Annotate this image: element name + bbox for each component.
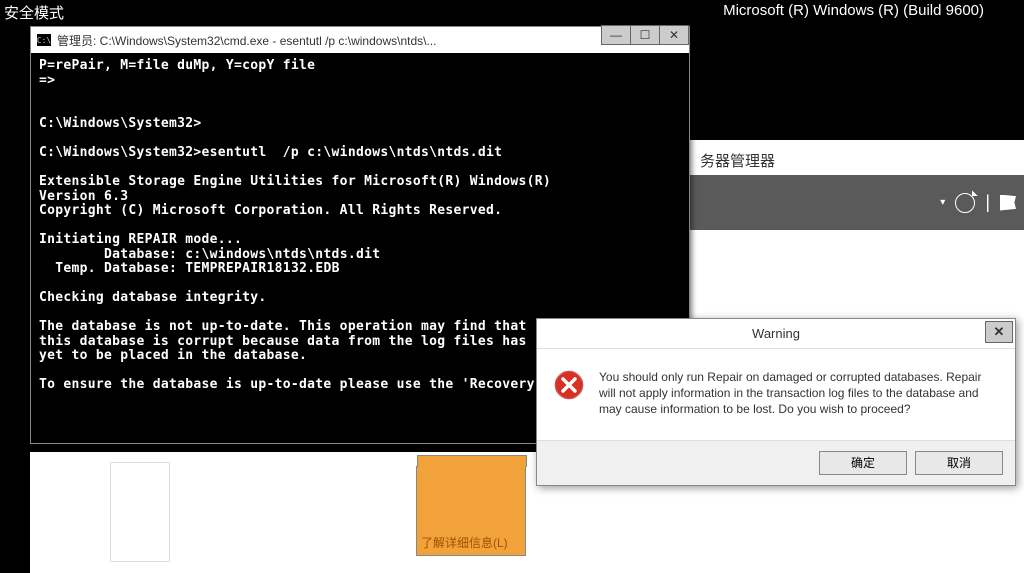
server-manager-toolbar: ▾ | — [685, 175, 1024, 230]
warning-close-button[interactable]: ✕ — [985, 321, 1013, 343]
cmd-title-text: 管理员: C:\Windows\System32\cmd.exe - esent… — [57, 32, 436, 49]
panel-card — [110, 462, 170, 562]
divider-icon: | — [985, 192, 990, 213]
server-manager-title: 务器管理器 — [700, 150, 775, 171]
warning-titlebar[interactable]: Warning ✕ — [537, 319, 1015, 349]
refresh-icon[interactable] — [955, 193, 975, 213]
warning-dialog: Warning ✕ You should only run Repair on … — [536, 318, 1016, 486]
maximize-button[interactable]: ☐ — [630, 25, 660, 45]
close-button[interactable]: ✕ — [659, 25, 689, 45]
warning-title-text: Warning — [752, 326, 800, 341]
ok-button[interactable]: 确定 — [819, 451, 907, 475]
info-tile[interactable]: 了解详细信息(L) — [416, 466, 526, 556]
tile-top — [417, 455, 527, 467]
flag-icon[interactable] — [1000, 195, 1016, 211]
warning-button-bar: 确定 取消 — [537, 440, 1015, 485]
safe-mode-label: 安全模式 — [4, 2, 64, 23]
build-info-label: Microsoft (R) Windows (R) (Build 9600) — [723, 2, 984, 19]
minimize-button[interactable]: — — [601, 25, 631, 45]
caret-icon: ▾ — [940, 197, 945, 208]
tile-label[interactable]: 了解详细信息(L) — [421, 534, 508, 551]
warning-message: You should only run Repair on damaged or… — [599, 369, 999, 418]
error-icon — [553, 369, 585, 401]
cmd-icon: C:\ — [37, 34, 51, 46]
warning-body: You should only run Repair on damaged or… — [537, 349, 1015, 440]
cmd-titlebar[interactable]: C:\ 管理员: C:\Windows\System32\cmd.exe - e… — [31, 27, 689, 53]
cancel-button[interactable]: 取消 — [915, 451, 1003, 475]
